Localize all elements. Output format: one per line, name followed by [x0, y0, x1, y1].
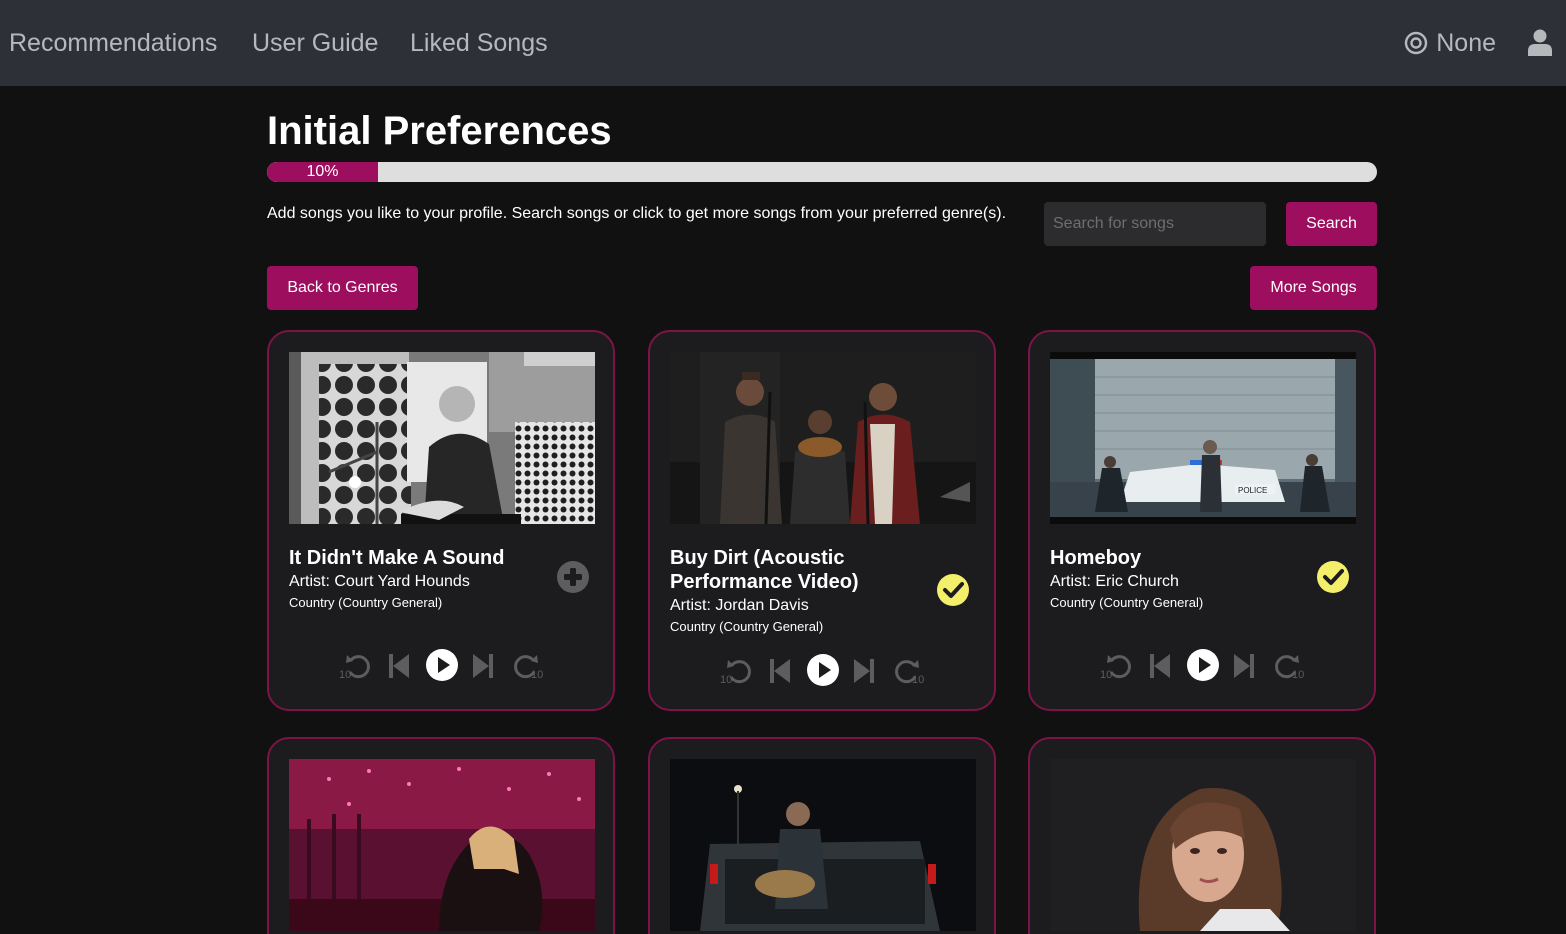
- next-track-icon[interactable]: [1232, 648, 1256, 684]
- instructions-text: Add songs you like to your profile. Sear…: [267, 205, 1007, 222]
- nav-link-user-guide[interactable]: User Guide: [252, 28, 378, 58]
- song-artist: Artist: Court Yard Hounds: [289, 573, 470, 590]
- player-controls: 10 10: [339, 648, 545, 684]
- song-title: Buy Dirt (Acoustic Performance Video): [670, 547, 859, 593]
- rewind-seconds-label: 10: [720, 674, 732, 686]
- song-card: POLICE Homeboy Artist: Eric Church Count…: [1028, 330, 1376, 711]
- progress-fill: 10%: [267, 162, 378, 182]
- search-input[interactable]: [1044, 202, 1266, 246]
- rewind-10-icon[interactable]: 10: [720, 653, 756, 689]
- nav-link-liked-songs[interactable]: Liked Songs: [410, 28, 548, 58]
- play-icon[interactable]: [806, 653, 840, 687]
- video-thumbnail[interactable]: [670, 352, 976, 524]
- rewind-seconds-label: 10: [1100, 669, 1112, 681]
- progress-bar: 10%: [267, 162, 1377, 182]
- song-genre: Country (Country General): [670, 619, 824, 634]
- liked-check-icon[interactable]: [1316, 560, 1350, 594]
- rewind-10-icon[interactable]: 10: [1100, 648, 1136, 684]
- target-icon: [1405, 31, 1428, 55]
- forward-10-icon[interactable]: 10: [890, 653, 926, 689]
- song-artist: Artist: Eric Church: [1050, 573, 1179, 590]
- progress-label: 10%: [306, 163, 339, 180]
- player-controls: 10 10: [720, 653, 926, 689]
- more-songs-button[interactable]: More Songs: [1250, 266, 1377, 310]
- song-card: It Didn't Make A Sound Artist: Court Yar…: [267, 330, 615, 711]
- next-track-icon[interactable]: [852, 653, 876, 689]
- song-card: Buy Dirt (Acoustic Performance Video) Ar…: [648, 330, 996, 711]
- forward-10-icon[interactable]: 10: [509, 648, 545, 684]
- video-thumbnail[interactable]: [1050, 759, 1356, 931]
- status-label: None: [1436, 28, 1496, 57]
- song-genre: Country (Country General): [1050, 595, 1204, 610]
- svg-text:POLICE: POLICE: [1238, 486, 1267, 495]
- page-title: Initial Preferences: [267, 109, 612, 153]
- top-navbar: Recommendations User Guide Liked Songs N…: [0, 0, 1566, 86]
- previous-track-icon[interactable]: [768, 653, 792, 689]
- back-to-genres-button[interactable]: Back to Genres: [267, 266, 418, 310]
- player-controls: 10 10: [1100, 648, 1306, 684]
- add-song-icon[interactable]: [556, 560, 590, 594]
- song-title: Homeboy: [1050, 547, 1142, 569]
- search-button[interactable]: Search: [1286, 202, 1377, 246]
- forward-10-icon[interactable]: 10: [1270, 648, 1306, 684]
- previous-track-icon[interactable]: [1148, 648, 1172, 684]
- video-thumbnail[interactable]: [670, 759, 976, 931]
- song-card: [267, 737, 615, 934]
- video-thumbnail[interactable]: [289, 352, 595, 524]
- song-title: It Didn't Make A Sound: [289, 547, 505, 569]
- rewind-10-icon[interactable]: 10: [339, 648, 375, 684]
- play-icon[interactable]: [425, 648, 459, 682]
- song-genre: Country (Country General): [289, 595, 443, 610]
- liked-check-icon[interactable]: [936, 573, 970, 607]
- forward-seconds-label: 10: [1292, 669, 1304, 681]
- previous-track-icon[interactable]: [387, 648, 411, 684]
- play-icon[interactable]: [1186, 648, 1220, 682]
- song-card: [1028, 737, 1376, 934]
- song-artist: Artist: Jordan Davis: [670, 597, 809, 614]
- rewind-seconds-label: 10: [339, 669, 351, 681]
- spotify-status[interactable]: None: [1404, 28, 1496, 58]
- next-track-icon[interactable]: [471, 648, 495, 684]
- video-thumbnail[interactable]: [289, 759, 595, 931]
- video-thumbnail[interactable]: POLICE: [1050, 352, 1356, 524]
- nav-link-recommendations[interactable]: Recommendations: [9, 28, 217, 58]
- user-icon[interactable]: [1528, 29, 1552, 56]
- forward-seconds-label: 10: [531, 669, 543, 681]
- song-card: [648, 737, 996, 934]
- forward-seconds-label: 10: [912, 674, 924, 686]
